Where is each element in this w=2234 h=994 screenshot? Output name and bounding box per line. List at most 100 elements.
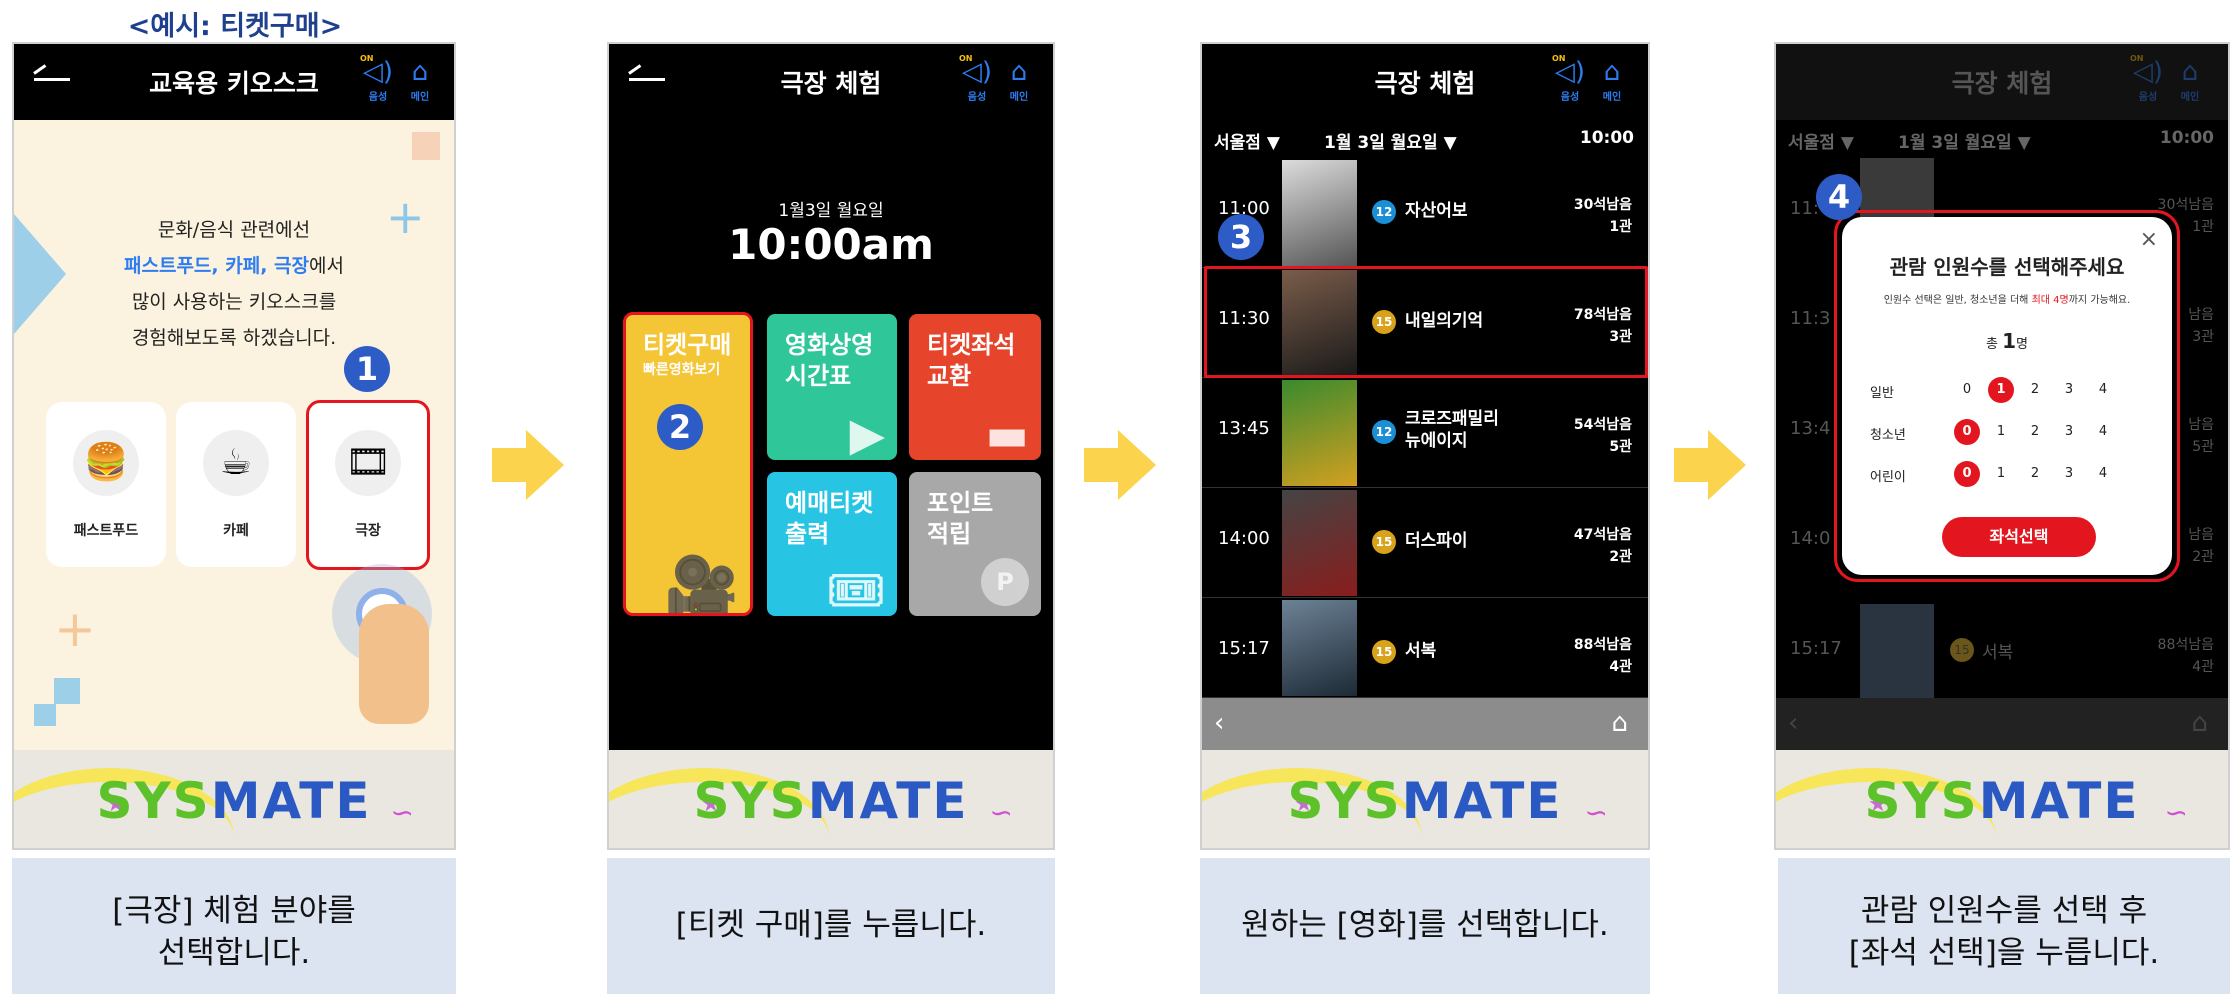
branch-dropdown[interactable]: 서울점 ▼ (1214, 128, 1280, 153)
showtime: 11: (1790, 198, 1819, 219)
brand-logo: SYSMATE (1864, 772, 2140, 830)
tile-label: 티켓좌석 (927, 331, 1016, 359)
ticket-icon: 🎟 (826, 563, 885, 616)
squiggle-decor: ∽ (1584, 796, 1608, 829)
home-button[interactable]: ⌂ 메인 (1596, 56, 1628, 112)
brand-banner: ★ SYSMATE ∽ (1202, 750, 1648, 848)
tile-seat-exchange[interactable]: 티켓좌석 교환 ▬ (909, 314, 1041, 460)
age-rating-badge: 12 (1372, 200, 1396, 224)
brand-logo: SYSMATE (1287, 772, 1563, 830)
movie-title: 서복 (1982, 643, 2014, 663)
sound-button[interactable]: ON ◁) 음성 (1552, 54, 1586, 112)
caption-line: 선택합니다. (157, 935, 311, 971)
showtime: 11:3 (1790, 308, 1831, 329)
showtime: 14:0 (1790, 528, 1831, 549)
point-coin-icon: P (981, 558, 1029, 606)
seat-info: 47석남음 2관 (1573, 527, 1632, 565)
sound-on-tag: ON (959, 54, 973, 63)
seat-info: 54석남음 5관 (1573, 417, 1632, 455)
brand-banner: ★ SYSMATE ∽ (1776, 750, 2228, 848)
sound-label: 음성 (2138, 92, 2158, 103)
squiggle-decor: ∽ (989, 796, 1013, 829)
sound-button[interactable]: ON ◁) 음성 (959, 54, 993, 112)
kiosk-header: 교육용 키오스크 ON ◁) 음성 ⌂ 메인 (14, 44, 454, 120)
filter-bar: 서울점 ▼ 1월 3일 월요일 ▼ 10:00 (1776, 120, 2228, 158)
intro-rest: 에서 (309, 255, 344, 277)
card-label: 패스트푸드 (73, 523, 139, 539)
current-time: 10:00 (2159, 128, 2214, 148)
showtime: 15:17 (1218, 638, 1270, 659)
tile-label: 출력 (785, 520, 830, 548)
showtime: 15:17 (1790, 638, 1842, 659)
home-button[interactable]: ⌂ 메인 (1003, 56, 1035, 112)
tile-label: 영화상영 (785, 331, 874, 359)
decor-square (54, 678, 80, 704)
selection-highlight (1204, 266, 1648, 378)
brand-banner: ★ SYSMATE ∽ (14, 750, 454, 848)
showtime: 13:45 (1218, 418, 1270, 439)
burger-icon: 🍔 (73, 430, 139, 496)
tile-print-ticket[interactable]: 예매티켓 출력 🎟 (767, 472, 897, 616)
decor-square (412, 132, 440, 160)
branch-dropdown: 서울점 ▼ (1788, 133, 1854, 153)
home-icon: ⌂ (411, 57, 429, 87)
prev-chevron-icon[interactable]: ‹ (1214, 708, 1224, 738)
selection-highlight (1834, 210, 2180, 582)
age-rating-badge: 12 (1372, 420, 1396, 444)
brand-logo: SYSMATE (96, 772, 372, 830)
next-step-arrow-icon (492, 430, 564, 500)
tile-points[interactable]: 포인트 적립 P (909, 472, 1041, 616)
tile-label: 시간표 (785, 362, 852, 390)
age-rating-badge: 15 (1372, 640, 1396, 664)
movie-row[interactable]: 11:00 12 자산어보 30석남음 1관 (1202, 158, 1648, 268)
caption-line: 원하는 [영화]를 선택합니다. (1241, 907, 1609, 943)
movie-title: 서복 (1405, 641, 1437, 661)
home-label: 메인 (2180, 92, 2200, 103)
current-time: 10:00am (728, 220, 934, 269)
intro-text: 문화/음식 관련에선 패스트푸드, 카페, 극장에서 많이 사용하는 키오스크를… (14, 212, 454, 356)
prev-chevron-icon: ‹ (1788, 708, 1799, 738)
film-play-icon: ▶ (849, 407, 885, 460)
seat-info: 88석남음 4관 (2157, 637, 2214, 675)
sound-on-tag: ON (1552, 54, 1566, 63)
seat-info: 남음 5관 (2188, 417, 2214, 455)
example-label: <예시: 티켓구매> (127, 11, 343, 42)
card-cafe[interactable]: ☕ 카페 (176, 402, 296, 567)
movie-row[interactable]: 13:45 12 크로즈패밀리 뉴에이지 54석남음 5관 (1202, 378, 1648, 488)
movie-title: 자산어보 (1405, 201, 1468, 221)
kiosk-screen-4: 극장 체험 ON ◁) 음성 ⌂ 메인 서울점 ▼ 1월 3일 월요일 ▼ 10… (1774, 42, 2230, 850)
kiosk-screen-1: 교육용 키오스크 ON ◁) 음성 ⌂ 메인 + + 문화/음식 관련에선 패스… (12, 42, 456, 850)
decor-plus-orange: + (54, 600, 96, 658)
sound-button[interactable]: ON ◁) 음성 (360, 54, 394, 112)
decor-square (34, 704, 56, 726)
seat-info: 남음 2관 (2188, 527, 2214, 565)
movie-poster (1860, 158, 1934, 218)
brand-banner: ★ SYSMATE ∽ (609, 750, 1053, 848)
tile-label: 포인트 (927, 489, 994, 517)
caption-4: 관람 인원수를 선택 후 [좌석 선택]을 누릅니다. (1778, 858, 2230, 994)
step-badge-2: 2 (657, 404, 703, 450)
step-badge-1: 1 (344, 346, 390, 392)
date-dropdown[interactable]: 1월 3일 월요일 ▼ (1324, 128, 1457, 153)
squiggle-decor: ∽ (2164, 796, 2188, 829)
caption-3: 원하는 [영화]를 선택합니다. (1200, 858, 1650, 994)
movie-row[interactable]: 14:00 15 더스파이 47석남음 2관 (1202, 488, 1648, 598)
intro-highlight: 패스트푸드, 카페, 극장 (124, 255, 310, 277)
step-badge-4: 4 (1816, 174, 1862, 220)
card-fastfood[interactable]: 🍔 패스트푸드 (46, 402, 166, 567)
seat-info: 88석남음 4관 (1573, 637, 1632, 675)
movie-poster (1282, 600, 1357, 696)
tile-label: 교환 (927, 362, 972, 390)
home-icon[interactable]: ⌂ (1611, 708, 1628, 738)
home-icon: ⌂ (1010, 57, 1028, 87)
selection-highlight (623, 312, 753, 616)
movie-row[interactable]: 15:17 15 서복 88석남음 4관 (1202, 598, 1648, 698)
tile-schedule[interactable]: 영화상영 시간표 ▶ (767, 314, 897, 460)
sound-label: 음성 (368, 92, 388, 103)
card-label: 카페 (223, 523, 249, 539)
intro-line: 많이 사용하는 키오스크를 (131, 291, 337, 313)
current-time: 10:00 (1579, 128, 1634, 148)
coffee-cup-icon: ☕ (203, 430, 269, 496)
home-button[interactable]: ⌂ 메인 (404, 56, 436, 112)
sound-button: ON ◁) 음성 (2130, 54, 2164, 112)
